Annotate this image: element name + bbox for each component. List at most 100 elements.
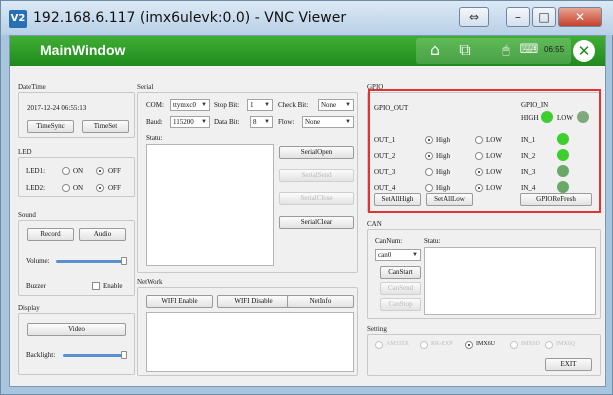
- netinfo-button[interactable]: NetInfo: [287, 295, 354, 308]
- serial-clear-button[interactable]: SerialClear: [279, 216, 354, 229]
- gpio-out-low-radio[interactable]: [475, 152, 483, 160]
- com-select[interactable]: ttymxc0 ▼: [170, 99, 210, 111]
- led1-off-label: OFF: [108, 167, 121, 175]
- keyboard-icon[interactable]: ⌨: [518, 40, 540, 60]
- data-bit-select[interactable]: 8 ▼: [250, 116, 273, 128]
- led2-off-radio[interactable]: [96, 184, 104, 192]
- serial-title: Serial: [137, 83, 154, 91]
- vnc-titlebar[interactable]: V2 192.168.6.117 (imx6ulevk:0.0) - VNC V…: [1, 1, 613, 35]
- gpio-in-label: IN_4: [521, 184, 536, 192]
- gpio-out-high-radio[interactable]: [425, 152, 433, 160]
- board-radio-imx6u[interactable]: [465, 341, 473, 349]
- data-bit-label: Data Bit:: [214, 118, 240, 126]
- gpio-in-low-legend: LOW: [557, 114, 573, 122]
- serial-close-button: SerialClose: [279, 192, 354, 205]
- gpio-in-label: IN_2: [521, 152, 536, 160]
- gpio-out-low-label: LOW: [486, 152, 502, 160]
- gpio-in-high-legend: HIGH: [521, 114, 539, 122]
- can-status-textarea[interactable]: [424, 247, 596, 315]
- can-num-value: can0: [378, 251, 392, 259]
- buzzer-enable-label: Enable: [103, 282, 123, 290]
- baud-value: 115200: [173, 118, 194, 126]
- chevron-down-icon: ▼: [264, 102, 270, 108]
- backlight-label: Backlight:: [26, 351, 56, 359]
- home-icon[interactable]: ⌂: [424, 40, 446, 60]
- com-label: COM:: [146, 101, 164, 109]
- board-radio-imx6q: [545, 341, 553, 349]
- led1-off-radio[interactable]: [96, 167, 104, 175]
- led2-off-label: OFF: [108, 184, 121, 192]
- chevron-down-icon: ▼: [201, 102, 207, 108]
- serial-status-label: Statu:: [146, 134, 163, 142]
- vnc-remote-screen[interactable]: MainWindow ⌂ ⧉ 🖱 ⌨ 06:55 ✕ DateTime 2017…: [9, 35, 606, 387]
- network-title: NetWork: [137, 278, 163, 286]
- gpio-in-led: [557, 181, 569, 193]
- gpio-out-high-radio[interactable]: [425, 168, 433, 176]
- vnc-viewer-window: V2 192.168.6.117 (imx6ulevk:0.0) - VNC V…: [0, 0, 613, 395]
- volume-slider-track[interactable]: [56, 260, 124, 263]
- mouse-icon[interactable]: 🖱: [498, 40, 514, 60]
- board-option-label: AM335X: [386, 341, 410, 347]
- serial-send-button: SerialSend: [279, 169, 354, 182]
- stop-bit-select[interactable]: 1 ▼: [247, 99, 273, 111]
- app-exit-icon[interactable]: ✕: [573, 40, 595, 62]
- wifi-disable-button[interactable]: WIFI Disable: [217, 295, 290, 308]
- gpio-in-led: [557, 149, 569, 161]
- minimize-button[interactable]: –: [506, 7, 530, 27]
- can-start-button[interactable]: CanStart: [380, 266, 421, 279]
- restore-button[interactable]: ⇔: [459, 7, 489, 27]
- gpio-out-high-radio[interactable]: [425, 184, 433, 192]
- buzzer-enable-checkbox[interactable]: [92, 282, 100, 290]
- data-bit-value: 8: [253, 118, 257, 126]
- gpio-out-high-label: High: [436, 152, 450, 160]
- time-set-button[interactable]: TimeSet: [82, 120, 129, 133]
- video-button[interactable]: Video: [27, 323, 126, 336]
- app-title: MainWindow: [40, 42, 126, 58]
- check-bit-value: None: [321, 101, 337, 109]
- maximize-button[interactable]: □: [532, 7, 556, 27]
- can-stop-button: CanStop: [380, 298, 421, 311]
- volume-slider-handle[interactable]: [121, 257, 127, 265]
- chevron-down-icon: ▼: [201, 119, 207, 125]
- backlight-slider-track[interactable]: [63, 354, 124, 357]
- led1-on-label: ON: [73, 167, 84, 175]
- led2-on-radio[interactable]: [62, 184, 70, 192]
- serial-open-button[interactable]: SerialOpen: [279, 146, 354, 159]
- audio-button[interactable]: Audio: [79, 228, 126, 241]
- window-close-button[interactable]: ✕: [558, 7, 602, 27]
- flow-select[interactable]: None ▼: [302, 116, 354, 128]
- serial-status-textarea[interactable]: [146, 144, 274, 266]
- set-all-high-button[interactable]: SetAllHigh: [374, 193, 421, 206]
- led1-on-radio[interactable]: [62, 167, 70, 175]
- window-switch-icon[interactable]: ⧉: [454, 40, 476, 60]
- gpio-out-low-radio[interactable]: [475, 168, 483, 176]
- gpio-out-high-label: High: [436, 184, 450, 192]
- gpio-out-high-radio[interactable]: [425, 136, 433, 144]
- gpio-out-high-label: High: [436, 136, 450, 144]
- record-button[interactable]: Record: [27, 228, 74, 241]
- gpio-out-low-radio[interactable]: [475, 184, 483, 192]
- chevron-down-icon: ▼: [264, 119, 270, 125]
- gpio-out-label: OUT_3: [374, 168, 396, 176]
- can-num-select[interactable]: can0 ▼: [375, 249, 421, 261]
- baud-select[interactable]: 115200 ▼: [170, 116, 210, 128]
- gpio-out-low-label: LOW: [486, 168, 502, 176]
- gpio-out-low-radio[interactable]: [475, 136, 483, 144]
- board-option-label: IMX6D: [521, 341, 540, 347]
- app-header: MainWindow ⌂ ⧉ 🖱 ⌨ 06:55 ✕: [10, 36, 605, 66]
- time-sync-button[interactable]: TimeSync: [27, 120, 74, 133]
- gpio-out-low-label: LOW: [486, 184, 502, 192]
- check-bit-select[interactable]: None ▼: [318, 99, 354, 111]
- set-all-low-button[interactable]: SetAllLow: [426, 193, 473, 206]
- gpio-refresh-button[interactable]: GPIOReFresh: [520, 193, 592, 206]
- can-title: CAN: [367, 220, 382, 228]
- backlight-slider-handle[interactable]: [121, 351, 127, 359]
- sound-title: Sound: [18, 211, 36, 219]
- stop-bit-label: Stop Bit:: [214, 101, 240, 109]
- wifi-enable-button[interactable]: WIFI Enable: [146, 295, 213, 308]
- gpio-out-label: OUT_2: [374, 152, 396, 160]
- exit-button[interactable]: EXIT: [545, 358, 592, 371]
- gpio-out-title: GPIO_OUT: [374, 104, 409, 112]
- volume-label: Volume:: [26, 257, 50, 265]
- network-output-textarea[interactable]: [146, 312, 354, 372]
